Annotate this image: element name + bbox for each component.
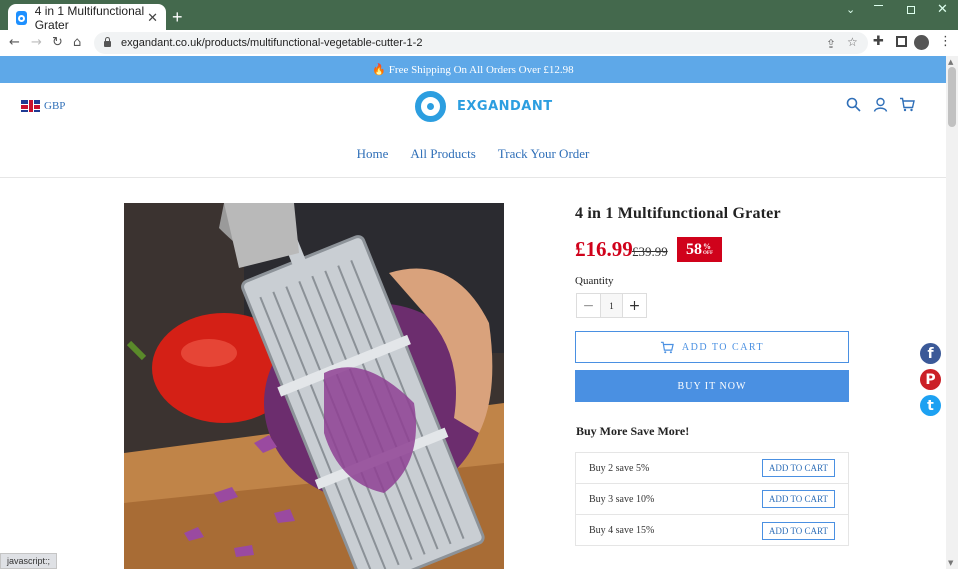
status-bar: javascript:; (0, 553, 58, 569)
window-close-icon[interactable]: ✕ (937, 2, 948, 17)
discount-badge: 58 % OFF (677, 237, 722, 262)
home-icon[interactable]: ⌂ (73, 35, 81, 51)
reload-icon[interactable]: ↻ (52, 35, 63, 51)
page-scrollbar[interactable]: ▲ ▼ (946, 56, 958, 569)
forward-icon[interactable]: → (31, 35, 42, 51)
cart-icon (660, 341, 674, 353)
status-text: javascript:; (7, 556, 51, 566)
twitter-share-icon[interactable]: t (920, 395, 941, 416)
site-favicon-icon (16, 11, 27, 25)
nav-all-products-link[interactable]: All Products (410, 146, 475, 162)
pinterest-share-icon[interactable]: P (920, 369, 941, 390)
minimize-icon[interactable]: ⌄ (846, 3, 855, 16)
profile-avatar-icon[interactable] (914, 35, 929, 50)
bundle-add-to-cart-button[interactable]: ADD TO CART (761, 459, 835, 477)
bundle-offer-label: Buy 3 save 10% (589, 493, 655, 505)
scroll-down-icon[interactable]: ▼ (948, 559, 953, 567)
buy-it-now-button[interactable]: BUY IT NOW (575, 370, 849, 402)
product-image[interactable] (124, 203, 504, 569)
bundle-offer-row: Buy 4 save 15% ADD TO CART (576, 515, 848, 546)
bundle-add-to-cart-button[interactable]: ADD TO CART (761, 490, 835, 508)
announcement-text: 🔥 Free Shipping On All Orders Over £12.9… (372, 64, 574, 76)
product-title: 4 in 1 Multifunctional Grater (575, 205, 781, 222)
add-to-cart-label: ADD TO CART (681, 341, 765, 353)
product-price: £16.99 (575, 237, 633, 261)
bookmark-star-icon[interactable]: ☆ (847, 35, 858, 49)
tab-close-icon[interactable]: ✕ (147, 10, 158, 26)
back-icon[interactable]: ← (9, 35, 20, 51)
quantity-plus-button[interactable]: + (623, 294, 646, 317)
address-bar-row: ← → ↻ ⌂ exgandant.co.uk/products/multifu… (0, 30, 958, 56)
facebook-share-icon[interactable]: f (920, 343, 941, 364)
extensions-icon[interactable]: ✚ (873, 34, 884, 49)
discount-number: 58 (686, 240, 702, 258)
bundle-offer-label: Buy 4 save 15% (589, 525, 655, 536)
side-panel-icon[interactable] (896, 36, 907, 47)
browser-menu-icon[interactable]: ⋮ (939, 34, 952, 49)
browser-chrome: 4 in 1 Multifunctional Grater ✕ + ⌄ ✕ ← … (0, 0, 958, 56)
bundle-offer-row: Buy 3 save 10% ADD TO CART (576, 484, 848, 515)
bundle-offer-label: Buy 2 save 5% (589, 462, 650, 474)
restore-down-icon[interactable] (874, 5, 883, 6)
add-to-cart-button[interactable]: ADD TO CART (575, 331, 849, 363)
cart-icon[interactable] (899, 97, 915, 117)
browser-tab[interactable]: 4 in 1 Multifunctional Grater ✕ (8, 4, 166, 32)
discount-off: OFF (703, 250, 713, 256)
nav-home-link[interactable]: Home (357, 146, 389, 162)
quantity-minus-button[interactable]: − (577, 294, 600, 317)
site-logo[interactable]: EXGANDANT (415, 91, 553, 122)
share-icon[interactable]: ⇪ (826, 37, 836, 51)
maximize-icon[interactable] (907, 6, 915, 14)
compare-at-price: £39.99 (632, 244, 668, 259)
main-navigation: Home All Products Track Your Order (0, 146, 946, 162)
bundle-add-to-cart-button[interactable]: ADD TO CART (761, 521, 835, 540)
quantity-label: Quantity (575, 275, 614, 287)
search-icon[interactable] (846, 97, 861, 117)
discount-percent: % (703, 241, 711, 251)
tab-title: 4 in 1 Multifunctional Grater (34, 4, 145, 32)
new-tab-icon[interactable]: + (172, 7, 183, 27)
nav-track-order-link[interactable]: Track Your Order (498, 146, 590, 162)
bundle-offer-row: Buy 2 save 5% ADD TO CART (576, 453, 848, 484)
scrollbar-thumb[interactable] (948, 67, 956, 127)
bundle-offers-title: Buy More Save More! (576, 424, 690, 438)
web-page: 🔥 Free Shipping On All Orders Over £12.9… (0, 56, 946, 569)
currency-selector[interactable]: GBP (21, 100, 65, 112)
url-text: exgandant.co.uk/products/multifunctional… (121, 37, 423, 49)
bundle-offers-table: Buy 2 save 5% ADD TO CART Buy 3 save 10%… (575, 452, 849, 546)
scroll-up-icon[interactable]: ▲ (948, 58, 953, 66)
uk-flag-icon (21, 100, 40, 112)
lock-icon[interactable] (104, 37, 111, 47)
logo-text: EXGANDANT (457, 99, 553, 114)
logo-mark-icon (415, 91, 446, 122)
site-header: GBP EXGANDANT Home All Products Track Yo… (0, 83, 946, 178)
address-bar[interactable]: exgandant.co.uk/products/multifunctional… (94, 32, 868, 54)
announcement-bar: 🔥 Free Shipping On All Orders Over £12.9… (0, 56, 946, 83)
quantity-stepper: − 1 + (576, 293, 647, 318)
account-icon[interactable] (873, 97, 888, 117)
buy-it-now-label: BUY IT NOW (677, 380, 747, 392)
quantity-input[interactable]: 1 (600, 294, 623, 317)
currency-label: GBP (44, 100, 66, 112)
